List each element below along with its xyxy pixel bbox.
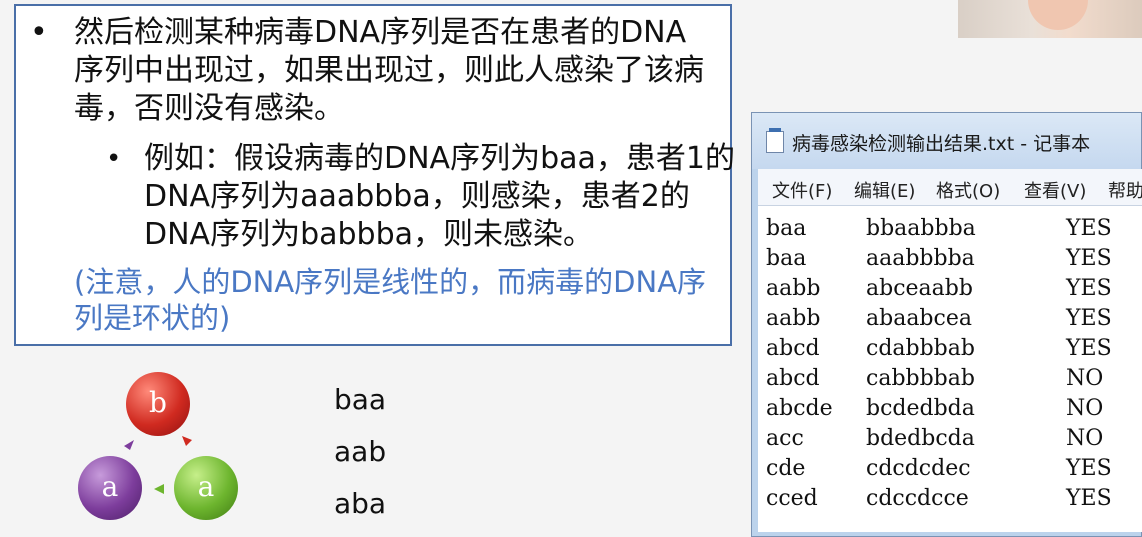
menu-edit[interactable]: 编辑(E): [854, 177, 915, 203]
patient-seq: cabbbbab: [866, 366, 975, 391]
arrow-b-to-a-icon: [182, 436, 192, 446]
virus-seq: baa: [766, 246, 807, 271]
patient-seq: abaabcea: [866, 306, 972, 331]
circular-dna-diagram: b a a: [72, 370, 252, 530]
result: NO: [1066, 366, 1104, 391]
result: YES: [1066, 216, 1112, 241]
notepad-window: 病毒感染检测输出结果.txt - 记事本 文件(F) 编辑(E) 格式(O) 查…: [751, 112, 1142, 537]
virus-seq: cde: [766, 456, 806, 481]
notepad-menubar: 文件(F) 编辑(E) 格式(O) 查看(V) 帮助: [758, 169, 1142, 206]
result: YES: [1066, 246, 1112, 271]
result: YES: [1066, 456, 1112, 481]
node-a-left: a: [78, 456, 142, 520]
notepad-title: 病毒感染检测输出结果.txt - 记事本: [792, 133, 1091, 155]
note-text: (注意，人的DNA序列是线性的，而病毒的DNA序列是环状的): [74, 265, 707, 335]
node-b: b: [126, 372, 190, 436]
bullet-dot-sub: •: [106, 144, 122, 174]
rotation-item: aab: [334, 435, 387, 468]
patient-seq: cdcdcdec: [866, 456, 971, 481]
result: NO: [1066, 426, 1104, 451]
virus-seq: abcde: [766, 396, 833, 421]
menu-help[interactable]: 帮助: [1108, 177, 1142, 203]
virus-seq: acc: [766, 426, 804, 451]
patient-seq: cdabbbab: [866, 336, 975, 361]
virus-seq: cced: [766, 486, 818, 511]
bullet-example-text: 例如：假设病毒的DNA序列为baa，患者1的DNA序列为aaabbba，则感染，…: [144, 141, 735, 252]
patient-seq: cdccdcce: [866, 486, 969, 511]
patient-seq: bcdedbda: [866, 396, 975, 421]
presenter-face: [1028, 0, 1088, 30]
patient-seq: bbaabbba: [866, 216, 976, 241]
rotation-item: baa: [334, 383, 387, 416]
notepad-icon: [766, 128, 784, 153]
virus-seq: abcd: [766, 336, 820, 361]
arrow-a-to-a-icon: [154, 484, 164, 494]
virus-seq: aabb: [766, 306, 821, 331]
virus-seq: aabb: [766, 276, 821, 301]
bullet-dot: •: [30, 15, 48, 50]
menu-format[interactable]: 格式(O): [936, 177, 1000, 203]
result: YES: [1066, 486, 1112, 511]
result: YES: [1066, 306, 1112, 331]
node-a-right: a: [174, 456, 238, 520]
patient-seq: aaabbbba: [866, 246, 975, 271]
result: NO: [1066, 396, 1104, 421]
virus-seq: baa: [766, 216, 807, 241]
virus-seq: abcd: [766, 366, 820, 391]
rotation-list: baa aab aba: [334, 380, 386, 536]
rotation-item: aba: [334, 487, 387, 520]
patient-seq: abceaabb: [866, 276, 973, 301]
result: YES: [1066, 336, 1112, 361]
slide-text-box: • 然后检测某种病毒DNA序列是否在患者的DNA序列中出现过，如果出现过，则此人…: [14, 4, 735, 346]
result: YES: [1066, 276, 1112, 301]
bullet-main-text: 然后检测某种病毒DNA序列是否在患者的DNA序列中出现过，如果出现过，则此人感染…: [74, 15, 704, 126]
webcam-overlay: [958, 0, 1142, 38]
notepad-titlebar[interactable]: 病毒感染检测输出结果.txt - 记事本: [752, 113, 1141, 169]
patient-seq: bdedbcda: [866, 426, 975, 451]
arrow-a-to-b-icon: [124, 440, 134, 450]
notepad-text-area[interactable]: baa bbaabbba YES baa aaabbbba YES aabb abceaa…: [758, 206, 1142, 532]
menu-file[interactable]: 文件(F): [772, 177, 832, 203]
menu-view[interactable]: 查看(V): [1024, 177, 1086, 203]
